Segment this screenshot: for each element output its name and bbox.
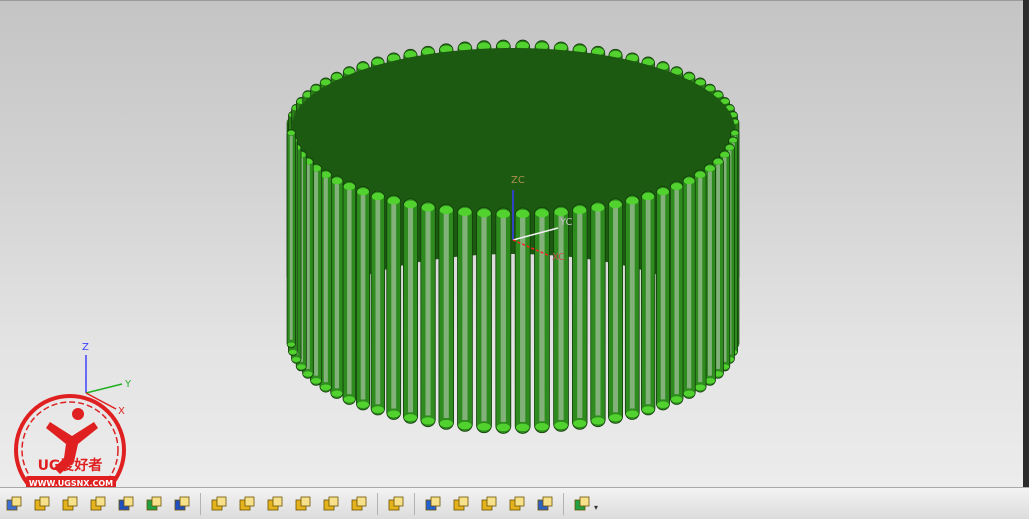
wcs-zc-label: ZC: [511, 175, 525, 186]
wcs-yc-label: YC: [559, 217, 573, 228]
sort-button[interactable]: [571, 493, 593, 515]
wire-loop: [624, 194, 640, 420]
info-icon: [481, 496, 497, 510]
cube-stack-icon: [34, 496, 50, 510]
assembly-add-button[interactable]: [236, 493, 258, 515]
wire-loop: [356, 186, 370, 411]
reposition-button[interactable]: [292, 493, 314, 515]
assembly-button[interactable]: [208, 493, 230, 515]
logo-brand-text: UG爱好者: [38, 457, 103, 474]
model-scene[interactable]: ZC YC XC Z Y X: [0, 0, 1023, 487]
viewport-right-border: [1023, 0, 1029, 487]
wire-loop: [457, 205, 473, 432]
toolbar-separator: [563, 492, 564, 515]
sequence-button[interactable]: [422, 493, 444, 515]
link-button[interactable]: [450, 493, 472, 515]
cube-move-icon: [90, 496, 106, 510]
wire-loop: [476, 207, 492, 434]
wire-loop: [286, 129, 296, 349]
plus-icon: [6, 496, 22, 510]
edit-button[interactable]: [171, 493, 193, 515]
wire-loop: [656, 186, 670, 411]
plus-button[interactable]: [3, 493, 25, 515]
triad-y-label: Y: [124, 379, 132, 390]
wire-loop: [438, 203, 454, 430]
constraint-button[interactable]: [264, 493, 286, 515]
cube-copy-icon: [62, 496, 78, 510]
explode-button[interactable]: [348, 493, 370, 515]
wire-loop: [495, 207, 512, 434]
explode-icon: [351, 496, 367, 510]
reposition-icon: [295, 496, 311, 510]
component-array-button[interactable]: [320, 493, 342, 515]
toolbar-separator: [414, 492, 415, 515]
toolbar-dropdown-icon[interactable]: ▾: [594, 503, 598, 512]
info-button[interactable]: [478, 493, 500, 515]
cube-move-button[interactable]: [87, 493, 109, 515]
sort-icon: [574, 496, 590, 510]
toolbar-separator: [377, 492, 378, 515]
split-icon: [146, 496, 162, 510]
assembly-icon: [211, 496, 227, 510]
wave-button[interactable]: [534, 493, 556, 515]
toolbar-buttons: ▾: [0, 488, 598, 519]
part-navigator-icon: [388, 496, 404, 510]
split-button[interactable]: [143, 493, 165, 515]
wire-loop: [590, 201, 606, 427]
wire-loop: [370, 190, 386, 416]
mirror-icon: [118, 496, 134, 510]
wire-loop: [608, 198, 624, 424]
logo-url-text: WWW.UGSNX.COM: [29, 479, 113, 487]
wire-loop: [514, 207, 531, 434]
part-navigator-button[interactable]: [385, 493, 407, 515]
edit-icon: [174, 496, 190, 510]
assembly-add-icon: [239, 496, 255, 510]
wire-loop: [420, 201, 436, 427]
toolbar-separator: [200, 492, 201, 515]
wcs-xc-label: XC: [552, 252, 565, 263]
wire-loop: [669, 181, 684, 405]
clearance-button[interactable]: [506, 493, 528, 515]
sequence-icon: [425, 496, 441, 510]
wire-loop: [342, 181, 357, 405]
graphics-viewport[interactable]: ZC YC XC Z Y X UG爱好者 WWW.UGSNX.COM: [0, 0, 1029, 487]
wire-loop: [572, 203, 588, 430]
ug-logo: UG爱好者 WWW.UGSNX.COM: [14, 394, 126, 487]
clearance-icon: [509, 496, 525, 510]
wire-loop: [386, 194, 402, 420]
constraint-icon: [267, 496, 283, 510]
wave-icon: [537, 496, 553, 510]
cube-copy-button[interactable]: [59, 493, 81, 515]
wire-loop: [693, 169, 707, 393]
wire-loop: [640, 190, 656, 416]
bottom-toolbar: ▾: [0, 487, 1029, 519]
mirror-button[interactable]: [115, 493, 137, 515]
link-icon: [453, 496, 469, 510]
wire-loop: [330, 175, 344, 399]
wire-loop: [682, 175, 696, 399]
wire-loop: [402, 198, 418, 424]
triad-z-label: Z: [82, 342, 89, 353]
component-array-icon: [323, 496, 339, 510]
wire-loop: [534, 207, 550, 434]
wire-loop: [553, 205, 569, 432]
cube-stack-button[interactable]: [31, 493, 53, 515]
